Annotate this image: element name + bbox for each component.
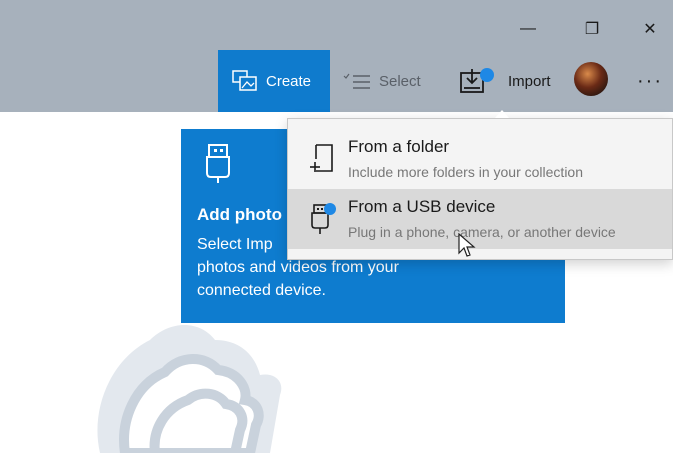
import-button[interactable]: Import [460, 50, 551, 112]
title-toolbar-bar: — ❐ ✕ Create Select Import ··· [0, 0, 673, 112]
menu-item-from-folder[interactable]: From a folder Include more folders in yo… [288, 129, 672, 189]
menu-caret [495, 110, 509, 118]
import-menu: From a folder Include more folders in yo… [287, 118, 673, 260]
select-button[interactable]: Select [343, 50, 421, 112]
close-icon: ✕ [643, 21, 657, 38]
more-options-button[interactable]: ··· [630, 50, 670, 112]
create-label: Create [266, 72, 312, 90]
menu-item-description: Include more folders in your collection [348, 164, 584, 180]
select-list-icon [343, 73, 370, 89]
maximize-button[interactable]: ❐ [574, 14, 610, 44]
usb-device-icon [311, 203, 336, 234]
close-button[interactable]: ✕ [632, 14, 668, 44]
import-label: Import [508, 72, 551, 90]
folder-add-icon [310, 144, 333, 172]
minimize-button[interactable]: — [510, 14, 546, 44]
menu-item-from-usb[interactable]: From a USB device Plug in a phone, camer… [288, 189, 672, 249]
select-label: Select [379, 72, 421, 90]
import-icon [460, 68, 494, 93]
create-button[interactable]: Create [218, 50, 330, 112]
card-title: Add photo [197, 205, 282, 224]
menu-item-title: From a folder [348, 137, 450, 156]
create-icon [232, 70, 257, 91]
minimize-icon: — [520, 20, 536, 37]
restore-icon: ❐ [584, 21, 600, 38]
menu-item-title: From a USB device [348, 197, 496, 216]
more-dots-icon: ··· [637, 69, 663, 92]
mouse-pointer-icon [458, 233, 476, 257]
usb-icon [206, 144, 230, 183]
card-line: connected device. [197, 282, 326, 299]
menu-item-description: Plug in a phone, camera, or another devi… [348, 224, 616, 240]
account-avatar[interactable] [574, 62, 608, 96]
